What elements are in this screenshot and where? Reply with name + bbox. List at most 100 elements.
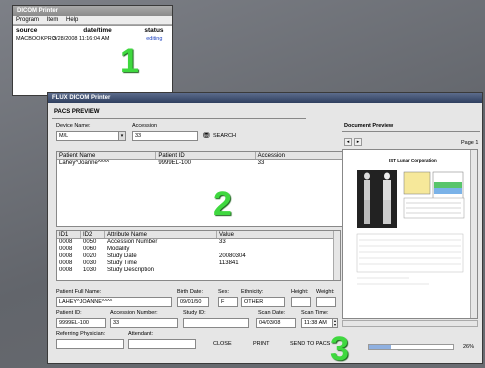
tab-underline: [52, 118, 306, 119]
menu-program[interactable]: Program: [16, 17, 39, 23]
cell-id2: 0030: [83, 260, 97, 266]
accession-input[interactable]: 33: [132, 131, 198, 141]
attribute-scrollbar[interactable]: [333, 231, 340, 280]
scan-date-input[interactable]: 04/03/08: [256, 318, 296, 328]
weight-label: Weight:: [316, 289, 335, 295]
preview-scrollbar[interactable]: [470, 150, 477, 318]
ethnicity-select[interactable]: OTHER: [241, 297, 285, 307]
col-id1[interactable]: ID1: [57, 231, 81, 238]
chevron-right-icon[interactable]: ▸: [354, 138, 362, 146]
scan-date-label: Scan Date:: [258, 310, 286, 316]
bottom-table-box: [356, 233, 464, 273]
device-name-select[interactable]: M/L: [56, 131, 126, 141]
cell-id1: 0008: [59, 239, 73, 245]
body-head: [384, 172, 390, 180]
body-legs: [383, 200, 391, 224]
patient-table-header: Patient Name Patient ID Accession: [57, 152, 345, 160]
page-indicator: Page 1: [461, 140, 479, 146]
col-attribute-name[interactable]: Attribute Name: [105, 231, 217, 238]
scan-time-stepper[interactable]: ▴ ▾: [332, 318, 338, 328]
table-row[interactable]: Lahey^Joanne^^^^ 9999EL-100 33: [57, 160, 345, 167]
attribute-table-header: ID1 ID2 Attribute Name Value: [57, 231, 340, 239]
body-torso: [383, 180, 391, 200]
col-accession[interactable]: Accession: [256, 152, 345, 159]
skeleton-torso: [364, 180, 370, 200]
tab-pacs-preview[interactable]: PACS PREVIEW: [54, 109, 100, 115]
chevron-down-icon[interactable]: ▾: [118, 131, 126, 141]
table-row[interactable]: 0008 0060 Modality: [57, 246, 340, 253]
cell-id1: 0008: [59, 253, 73, 259]
cell-attribute: Study Description: [107, 267, 155, 273]
cell-accession: 33: [257, 160, 265, 166]
print-button[interactable]: PRINT: [253, 341, 270, 347]
col-patient-name[interactable]: Patient Name: [57, 152, 157, 159]
chevron-left-icon[interactable]: ◂: [344, 138, 352, 146]
accession-label: Accession: [132, 123, 158, 129]
col-datetime[interactable]: date/time: [67, 26, 144, 35]
table-row[interactable]: 0008 1030 Study Description: [57, 267, 340, 274]
preview-hscrollbar[interactable]: [342, 320, 478, 327]
attendant-input[interactable]: [128, 339, 196, 349]
search-button[interactable]: SEARCH: [213, 133, 236, 139]
callout-1: 1: [120, 42, 139, 80]
send-to-pacs-button[interactable]: SEND TO PACS: [290, 341, 330, 347]
referring-physician-label: Referring Physician:: [56, 331, 106, 337]
skeleton-legs: [364, 200, 370, 224]
cell-id2: 1030: [83, 267, 97, 273]
document-preview: IST Lunar Corporation: [342, 149, 478, 319]
attendant-label: Attendant:: [128, 331, 154, 337]
callout-2: 2: [213, 185, 232, 223]
cell-attribute: Modality: [107, 246, 130, 252]
birth-date-input[interactable]: 09/01/50: [177, 297, 209, 307]
progress-bar: [368, 344, 454, 350]
job-status: editing: [146, 36, 163, 42]
cell-id1: 0008: [59, 260, 73, 266]
cell-id2: 0050: [83, 239, 97, 245]
flux-title: FLUX DICOM Printer: [48, 93, 482, 103]
cell-id2: 0020: [83, 253, 97, 259]
table-row[interactable]: 0008 0030 Study Time 113841: [57, 260, 340, 267]
col-source[interactable]: source: [13, 26, 67, 35]
study-id-input[interactable]: [183, 318, 249, 328]
table-row[interactable]: 0008 0020 Study Date 20080304: [57, 253, 340, 260]
menu-help[interactable]: Help: [66, 17, 78, 23]
col-value[interactable]: Value: [217, 231, 334, 238]
sex-select[interactable]: F: [218, 297, 238, 307]
table-row[interactable]: 0008 0050 Accession Number 33: [57, 239, 340, 246]
close-button[interactable]: CLOSE: [213, 341, 232, 347]
list-item[interactable]: MACBOOKPRO 3/28/2008 11:16:04 AM editing: [13, 35, 172, 43]
tab-document-preview[interactable]: Document Preview: [344, 123, 393, 129]
col-status[interactable]: status: [144, 26, 172, 35]
job-list: source date/time status MACBOOKPRO 3/28/…: [13, 25, 172, 95]
cell-attribute: Study Date: [107, 253, 137, 259]
study-id-label: Study ID:: [183, 310, 206, 316]
binoculars-icon[interactable]: ⛃: [203, 131, 210, 141]
report-page: IST Lunar Corporation: [349, 158, 467, 308]
height-label: Height:: [291, 289, 309, 295]
col-patient-id[interactable]: Patient ID: [156, 152, 256, 159]
menu-item[interactable]: Item: [47, 17, 59, 23]
cell-value: 33: [219, 239, 226, 245]
dexa-body-scan: [356, 170, 465, 285]
cell-patient-id: 9999EL-100: [158, 160, 192, 166]
accession-number-label: Accession Number:: [110, 310, 158, 316]
skeleton-head: [364, 172, 370, 180]
dicom-printer-window: DICOM Printer Program Item Help source d…: [12, 5, 173, 96]
patient-id-input[interactable]: 9999EL-100: [56, 318, 106, 328]
scan-time-input[interactable]: 11:38 AM: [301, 318, 333, 328]
cell-value: [217, 246, 334, 253]
flux-dicom-window: FLUX DICOM Printer PACS PREVIEW Device N…: [47, 92, 483, 364]
patient-full-name-input[interactable]: LAHEY^JOANNE^^^^: [56, 297, 172, 307]
height-input[interactable]: [291, 297, 311, 307]
cell-id2: 0060: [83, 246, 97, 252]
scan-time-label: Scan Time:: [301, 310, 329, 316]
weight-input[interactable]: [316, 297, 336, 307]
col-id2[interactable]: ID2: [81, 231, 105, 238]
referring-physician-input[interactable]: [56, 339, 124, 349]
results-box: [403, 171, 431, 195]
preview-tab-underline: [342, 131, 480, 132]
cell-patient-name: Lahey^Joanne^^^^: [59, 160, 110, 166]
cell-value: 113841: [219, 260, 239, 266]
accession-number-input[interactable]: 33: [110, 318, 178, 328]
patient-id-label: Patient ID:: [56, 310, 82, 316]
